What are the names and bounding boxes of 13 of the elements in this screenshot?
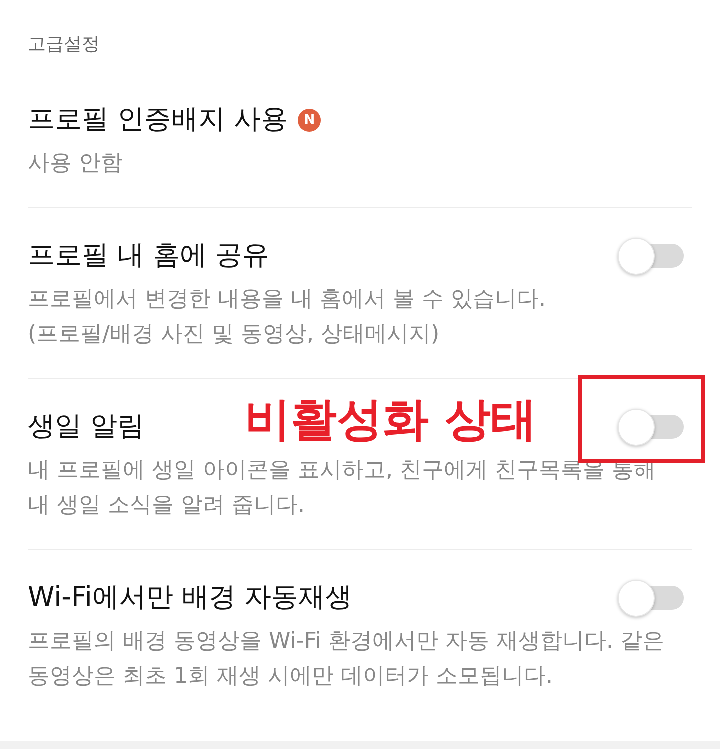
setting-description: 프로필의 배경 동영상을 Wi-Fi 환경에서만 자동 재생합니다. 같은 동영상은 최초 1회 재생 시에만 데이터가 소모됩니다. [28,628,666,691]
setting-title: Wi-Fi에서만 배경 자동재생 [28,581,353,615]
section-title: 고급설정 [28,33,100,57]
annotation-label: 비활성화 상태 [245,393,538,445]
toggle-switch[interactable] [618,408,684,446]
toggle-switch[interactable] [618,238,684,274]
setting-description: 프로필에서 변경한 내용을 내 홈에서 볼 수 있습니다. (프로필/배경 사진 및 동영상, 상태메시지) [28,286,547,349]
toggle-switch[interactable] [618,580,684,616]
new-badge: N [298,108,322,132]
setting-title: 프로필 인증배지 사용 [28,103,288,137]
setting-title: 프로필 내 홈에 공유 [28,239,270,273]
setting-value: 사용 안함 [28,150,123,178]
setting-title: 생일 알림 [28,410,145,444]
